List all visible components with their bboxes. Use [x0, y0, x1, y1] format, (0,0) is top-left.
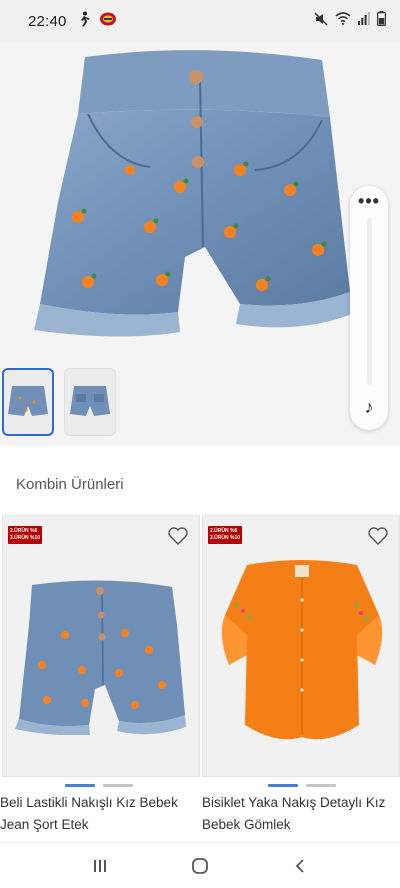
- badge-line: 2.ÜRÜN %6: [210, 528, 238, 534]
- walking-person-icon: [77, 11, 91, 32]
- thumbnail-strip: [2, 368, 116, 436]
- side-panel-slider[interactable]: [366, 218, 372, 385]
- product-gallery[interactable]: [0, 42, 400, 446]
- product-card[interactable]: 2.ÜRÜN %6 3.ÜRÜN %10: [2, 515, 200, 777]
- recent-apps-icon[interactable]: [80, 851, 120, 881]
- indicator-active[interactable]: [268, 784, 298, 787]
- floating-side-panel[interactable]: ••• ♪: [350, 186, 388, 430]
- product-card[interactable]: 2.ÜRÜN %6 3.ÜRÜN %10: [202, 515, 400, 777]
- section-title: Kombin Ürünleri: [16, 476, 124, 493]
- badge-line: 3.ÜRÜN %10: [10, 535, 41, 541]
- badge-line: 2.ÜRÜN %6: [10, 528, 38, 534]
- product-hero-image[interactable]: [0, 42, 400, 360]
- mute-icon: [314, 11, 328, 31]
- back-icon[interactable]: [280, 851, 320, 881]
- indicator[interactable]: [306, 784, 336, 787]
- product-image[interactable]: [203, 550, 399, 760]
- heart-icon[interactable]: [167, 526, 189, 546]
- discount-badge: 2.ÜRÜN %6 3.ÜRÜN %10: [8, 526, 42, 544]
- discount-badge: 2.ÜRÜN %6 3.ÜRÜN %10: [208, 526, 242, 544]
- thumbnail-front[interactable]: [2, 368, 54, 436]
- wifi-icon: [335, 12, 351, 30]
- home-icon[interactable]: [180, 851, 220, 881]
- thumbnail-back[interactable]: [64, 368, 116, 436]
- indicator-active[interactable]: [65, 784, 95, 787]
- music-note-icon[interactable]: ♪: [365, 397, 374, 418]
- screen: 22:40 ••• ♪ Kombin Ürünleri 2.ÜRÜN %6 3.…: [0, 0, 400, 888]
- badge-line: 3.ÜRÜN %10: [210, 535, 241, 541]
- heart-icon[interactable]: [367, 526, 389, 546]
- status-time: 22:40: [28, 12, 67, 30]
- system-nav-bar: [0, 842, 400, 888]
- more-dots-icon[interactable]: •••: [358, 192, 380, 210]
- battery-icon: [377, 11, 387, 31]
- carousel-indicators: [65, 784, 133, 787]
- notification-badge-icon: [99, 11, 117, 32]
- product-title[interactable]: Beli Lastikli Nakışlı Kız Bebek Jean Şor…: [0, 792, 190, 836]
- indicator[interactable]: [103, 784, 133, 787]
- product-image[interactable]: [3, 550, 199, 760]
- status-bar: 22:40: [0, 0, 400, 42]
- product-title[interactable]: Bisiklet Yaka Nakış Detaylı Kız Bebek Gö…: [202, 792, 392, 836]
- signal-icon: [358, 12, 370, 30]
- carousel-indicators: [268, 784, 336, 787]
